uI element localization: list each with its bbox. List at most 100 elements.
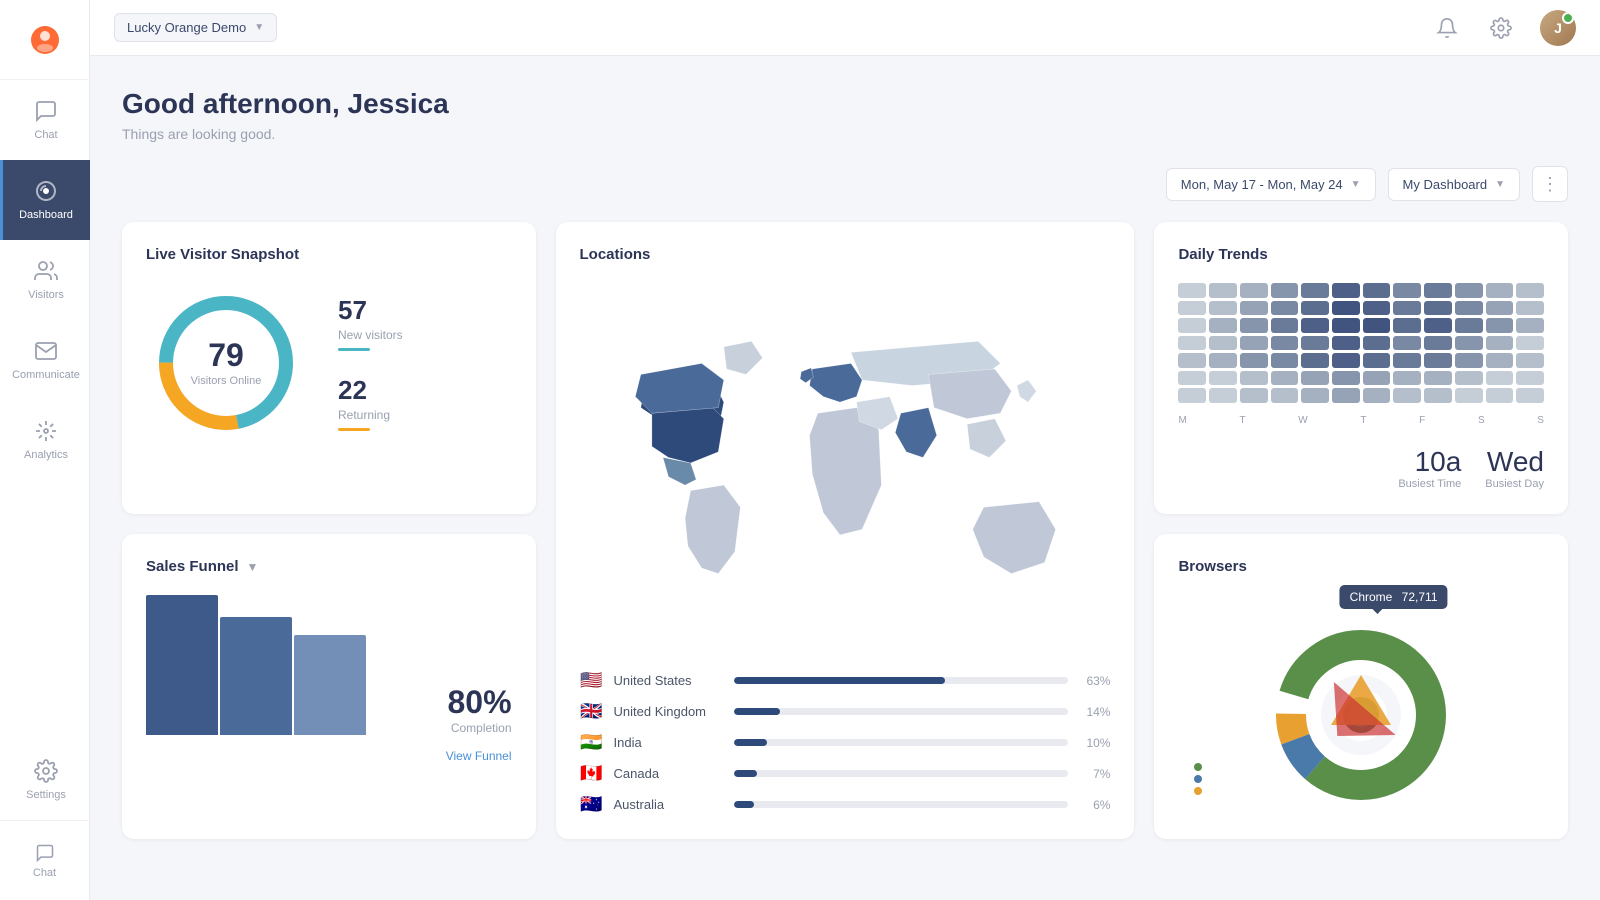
funnel-dropdown-icon[interactable]: ▼ (247, 560, 259, 574)
sidebar-item-communicate[interactable]: Communicate (0, 320, 90, 400)
country-pct-3: 7% (1078, 767, 1110, 781)
gear-icon[interactable] (1490, 17, 1512, 39)
visitors-count: 79 (191, 339, 262, 371)
tooltip-value: 72,711 (1402, 590, 1438, 604)
heatmap-cell (1271, 388, 1299, 403)
busiest-time-value: 10a (1398, 446, 1461, 478)
country-pct-4: 6% (1078, 798, 1110, 812)
map-southamerica (685, 485, 740, 573)
toolbar: Mon, May 17 - Mon, May 24 ▼ My Dashboard… (122, 166, 1568, 202)
daily-trends-card: Daily Trends M T W T F S S 10a Busiest T… (1154, 222, 1568, 514)
view-funnel-link[interactable]: View Funnel (146, 747, 512, 765)
heatmap-cell (1393, 283, 1421, 298)
country-pct-1: 14% (1078, 705, 1110, 719)
snapshot-content: 79 Visitors Online 57 New visitors 22 Re… (146, 283, 512, 443)
heatmap-cell (1271, 371, 1299, 386)
heatmap-cell (1393, 371, 1421, 386)
sidebar-logo (0, 0, 90, 80)
heatmap-cell (1209, 283, 1237, 298)
snapshot-title: Live Visitor Snapshot (146, 246, 512, 263)
more-options-icon: ⋮ (1541, 174, 1559, 195)
heatmap-cell (1486, 353, 1514, 368)
sidebar-item-settings[interactable]: Settings (0, 740, 90, 820)
country-bar-bg-0 (734, 677, 1069, 684)
visitors-icon (34, 259, 58, 283)
heatmap-cell (1424, 336, 1452, 351)
heatmap-grid (1178, 283, 1544, 403)
sidebar-item-analytics[interactable]: Analytics (0, 400, 90, 480)
sidebar-item-visitors[interactable]: Visitors (0, 240, 90, 320)
country-row: 🇨🇦 Canada 7% (580, 763, 1111, 784)
heatmap-cell (1301, 371, 1329, 386)
heatmap-cell (1178, 388, 1206, 403)
greeting-subtitle: Things are looking good. (122, 126, 1568, 142)
heatmap-cell (1455, 301, 1483, 316)
heatmap-cell (1271, 283, 1299, 298)
returning-count: 22 (338, 375, 403, 406)
sidebar: Chat Dashboard Visitors Communicate Anal… (0, 0, 90, 900)
date-range-picker[interactable]: Mon, May 17 - Mon, May 24 ▼ (1166, 168, 1376, 201)
country-pct-2: 10% (1078, 736, 1110, 750)
heatmap-cell (1240, 388, 1268, 403)
settings-icon (34, 759, 58, 783)
sidebar-item-dashboard[interactable]: Dashboard (0, 160, 90, 240)
main-content: Lucky Orange Demo ▼ J Good afternoon, Je… (90, 0, 1600, 900)
sidebar-chat-bottom[interactable]: Chat (0, 820, 90, 900)
heatmap-cell (1455, 318, 1483, 333)
flag-3: 🇨🇦 (580, 763, 604, 784)
heatmap-cell (1209, 353, 1237, 368)
heatmap-cell (1486, 283, 1514, 298)
heatmap-cell (1178, 336, 1206, 351)
country-name-3: Canada (614, 766, 724, 781)
heatmap-cell (1424, 301, 1452, 316)
visitors-label: Visitors Online (191, 375, 262, 387)
sidebar-analytics-label: Analytics (24, 449, 68, 461)
funnel-header: Sales Funnel ▼ (146, 558, 512, 575)
country-row: 🇬🇧 United Kingdom 14% (580, 701, 1111, 722)
notification-bell-icon[interactable] (1436, 17, 1458, 39)
heatmap-cell (1301, 301, 1329, 316)
heatmap-cell (1271, 318, 1299, 333)
heatmap-cell (1424, 388, 1452, 403)
heatmap-cell (1332, 371, 1360, 386)
funnel-bar-2 (220, 617, 292, 735)
heatmap-cell (1178, 301, 1206, 316)
heatmap-cell (1240, 283, 1268, 298)
returning-label: Returning (338, 408, 403, 422)
chat-bottom-icon (35, 843, 55, 863)
sidebar-communicate-label: Communicate (12, 369, 80, 381)
live-snapshot-card: Live Visitor Snapshot 79 (122, 222, 536, 514)
heatmap-cell (1363, 283, 1391, 298)
heatmap-cell (1393, 336, 1421, 351)
map-greenland (723, 341, 762, 374)
heatmap-cell (1301, 353, 1329, 368)
heatmap-cell (1332, 388, 1360, 403)
country-bar-0 (734, 677, 945, 684)
avatar-image: J (1540, 10, 1576, 46)
new-visitors-stat: 57 New visitors (338, 295, 403, 351)
heatmap-cell (1424, 318, 1452, 333)
heatmap-cell (1393, 388, 1421, 403)
site-selector[interactable]: Lucky Orange Demo ▼ (114, 13, 277, 42)
dashboard-name: My Dashboard (1403, 177, 1488, 192)
browsers-card: Browsers Chrome 72,711 (1154, 534, 1568, 839)
greeting-title: Good afternoon, Jessica (122, 88, 1568, 120)
more-options-button[interactable]: ⋮ (1532, 166, 1568, 202)
sidebar-item-chat[interactable]: Chat (0, 80, 90, 160)
heatmap-cell (1209, 371, 1237, 386)
heatmap-cell (1424, 283, 1452, 298)
heatmap-cell (1178, 353, 1206, 368)
busiest-time-label: Busiest Time (1398, 478, 1461, 490)
heatmap-cell (1332, 353, 1360, 368)
site-dropdown-icon: ▼ (254, 22, 264, 33)
country-pct-0: 63% (1078, 674, 1110, 688)
dashboard-selector[interactable]: My Dashboard ▼ (1388, 168, 1520, 201)
donut-center: 79 Visitors Online (191, 339, 262, 387)
world-map-svg (580, 283, 1111, 654)
country-name-0: United States (614, 673, 724, 688)
country-row: 🇮🇳 India 10% (580, 732, 1111, 753)
user-avatar[interactable]: J (1540, 10, 1576, 46)
heatmap-cell (1424, 371, 1452, 386)
heatmap-cell (1240, 301, 1268, 316)
heatmap-cell (1516, 336, 1544, 351)
